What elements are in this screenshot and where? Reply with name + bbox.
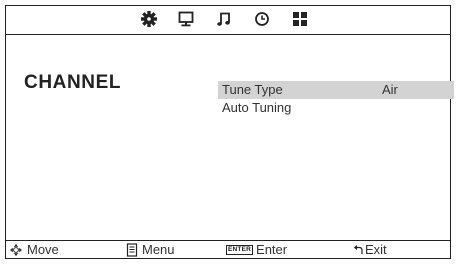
dpad-arrows-icon: [10, 244, 22, 256]
clock-icon: [255, 12, 269, 26]
tab-time[interactable]: [252, 9, 272, 29]
menu-item-value: Air: [382, 82, 398, 97]
tab-display[interactable]: [176, 9, 196, 29]
hint-menu-label: Menu: [142, 242, 175, 257]
tab-picture[interactable]: [139, 9, 159, 29]
hint-move: Move: [9, 242, 59, 258]
menu-item-auto-tuning[interactable]: Auto Tuning: [218, 99, 454, 117]
grid-icon: [293, 12, 307, 26]
hint-exit: Exit: [353, 242, 387, 258]
channel-menu-list: Tune Type Air Auto Tuning: [218, 81, 454, 117]
hint-move-label: Move: [27, 242, 59, 257]
menu-item-label: Auto Tuning: [222, 100, 292, 115]
tab-sound[interactable]: [214, 9, 234, 29]
music-note-icon: [217, 12, 230, 26]
monitor-icon: [178, 11, 194, 27]
menu-item-tune-type[interactable]: Tune Type Air: [218, 81, 454, 99]
key-hint-bar: Move Menu ENTER Enter Exit: [6, 240, 450, 258]
hint-enter: ENTER Enter: [226, 242, 287, 258]
enter-key-icon: ENTER: [226, 245, 254, 255]
tv-menu-screen: CHANNEL Tune Type Air Auto Tuning Move M…: [5, 5, 454, 259]
return-arrow-icon: [353, 245, 363, 254]
tab-setup[interactable]: [290, 9, 310, 29]
menu-tab-bar: [6, 6, 450, 35]
menu-item-label: Tune Type: [222, 82, 283, 97]
hint-enter-label: Enter: [256, 242, 288, 257]
picture-settings-icon: [141, 11, 157, 27]
menu-page-icon: [126, 243, 138, 257]
hint-exit-label: Exit: [365, 242, 387, 257]
hint-menu: Menu: [126, 242, 175, 258]
page-title: CHANNEL: [24, 72, 122, 93]
